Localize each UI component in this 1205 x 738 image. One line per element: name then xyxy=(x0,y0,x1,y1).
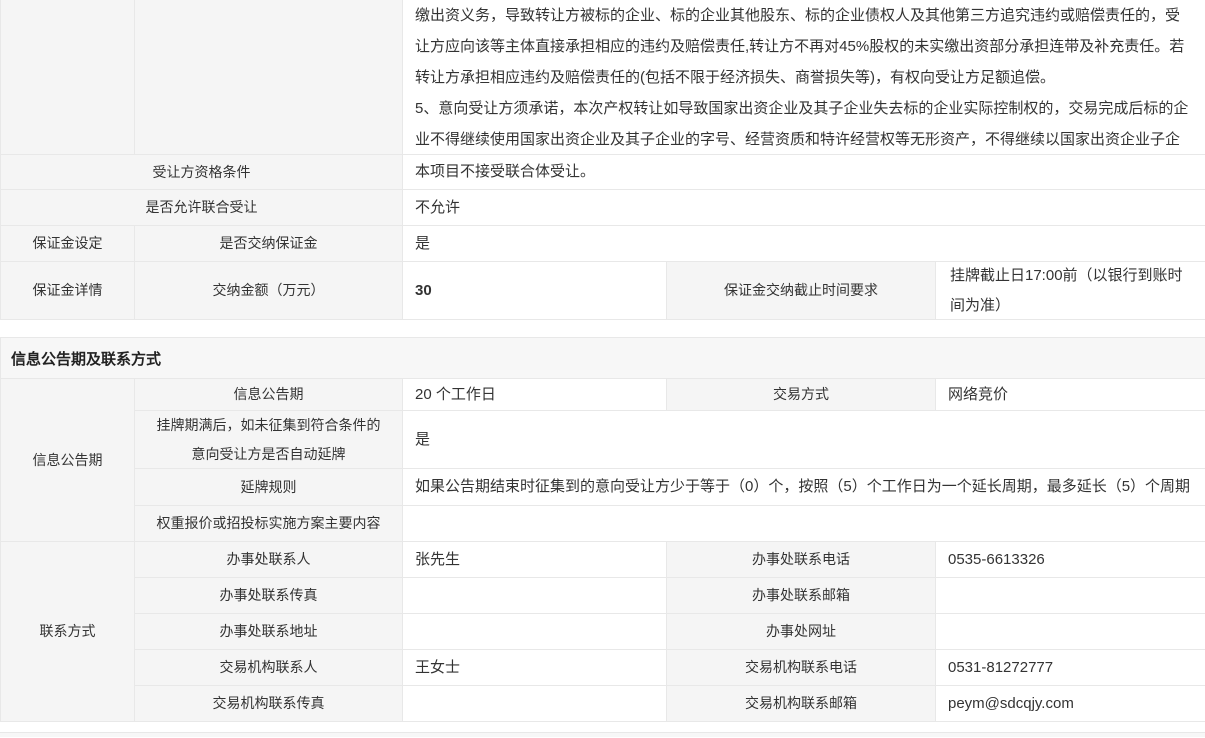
auto-extend-value: 是 xyxy=(403,411,1205,469)
transfer-conditions-table: 缴出资义务，导致转让方被标的企业、标的企业其他股东、标的企业债权人及其他第三方追… xyxy=(0,0,1205,320)
office-fax-label: 办事处联系传真 xyxy=(135,578,403,614)
deposit-deadline-value: 挂牌截止日17:00前（以银行到账时间为准） xyxy=(936,262,1205,320)
trade-mode-label: 交易方式 xyxy=(667,379,936,411)
joint-transfer-value: 不允许 xyxy=(403,190,1205,226)
joint-transfer-label: 是否允许联合受让 xyxy=(1,190,403,226)
period-value: 20 个工作日 xyxy=(403,379,667,411)
next-section-top-edge xyxy=(0,732,1205,737)
period-label: 信息公告期 xyxy=(135,379,403,411)
label-cell-empty xyxy=(135,0,403,155)
office-web-value xyxy=(936,614,1205,650)
contact-group-label: 联系方式 xyxy=(1,542,135,722)
deposit-setting-group-label: 保证金设定 xyxy=(1,226,135,262)
office-fax-value xyxy=(403,578,667,614)
group-cell-empty-left xyxy=(1,0,135,155)
qualification-value: 本项目不接受联合体受让。 xyxy=(403,155,1205,190)
deposit-amount-value: 30 xyxy=(403,262,667,320)
section-title: 信息公告期及联系方式 xyxy=(1,337,1205,379)
announcement-contact-table: 信息公告期及联系方式 信息公告期 信息公告期 20 个工作日 交易方式 网络竞价… xyxy=(0,337,1205,722)
commitment-paragraph-1: 缴出资义务，导致转让方被标的企业、标的企业其他股东、标的企业债权人及其他第三方追… xyxy=(415,0,1191,93)
extend-rule-label: 延牌规则 xyxy=(135,469,403,506)
deposit-detail-group-label: 保证金详情 xyxy=(1,262,135,320)
office-phone-value: 0535-6613326 xyxy=(936,542,1205,578)
agency-fax-value xyxy=(403,686,667,722)
office-address-label: 办事处联系地址 xyxy=(135,614,403,650)
deposit-amount-label: 交纳金额（万元） xyxy=(135,262,403,320)
extend-rule-value: 如果公告期结束时征集到的意向受让方少于等于（0）个，按照（5）个工作日为一个延长… xyxy=(403,469,1205,506)
office-phone-label: 办事处联系电话 xyxy=(667,542,936,578)
office-contact-label: 办事处联系人 xyxy=(135,542,403,578)
deposit-required-value: 是 xyxy=(403,226,1205,262)
agency-contact-value: 王女士 xyxy=(403,650,667,686)
office-address-value xyxy=(403,614,667,650)
office-web-label: 办事处网址 xyxy=(667,614,936,650)
trade-mode-value: 网络竞价 xyxy=(936,379,1205,411)
office-contact-value: 张先生 xyxy=(403,542,667,578)
deposit-required-label: 是否交纳保证金 xyxy=(135,226,403,262)
agency-email-label: 交易机构联系邮箱 xyxy=(667,686,936,722)
office-email-label: 办事处联系邮箱 xyxy=(667,578,936,614)
weight-quote-label: 权重报价或招投标实施方案主要内容 xyxy=(135,506,403,542)
agency-contact-label: 交易机构联系人 xyxy=(135,650,403,686)
weight-quote-value xyxy=(403,506,1205,542)
agency-phone-label: 交易机构联系电话 xyxy=(667,650,936,686)
commitment-paragraph-2: 5、意向受让方须承诺，本次产权转让如导致国家出资企业及其子企业失去标的企业实际控… xyxy=(415,93,1191,155)
agency-fax-label: 交易机构联系传真 xyxy=(135,686,403,722)
agency-phone-value: 0531-81272777 xyxy=(936,650,1205,686)
qualification-label: 受让方资格条件 xyxy=(1,155,403,190)
announcement-group-label: 信息公告期 xyxy=(1,379,135,542)
office-email-value xyxy=(936,578,1205,614)
agency-email-value: peym@sdcqjy.com xyxy=(936,686,1205,722)
bottom-gap xyxy=(0,722,1205,732)
auto-extend-label: 挂牌期满后，如未征集到符合条件的意向受让方是否自动延牌 xyxy=(135,411,403,469)
deposit-deadline-label: 保证金交纳截止时间要求 xyxy=(667,262,936,320)
transfer-commitment-text: 缴出资义务，导致转让方被标的企业、标的企业其他股东、标的企业债权人及其他第三方追… xyxy=(403,0,1205,155)
table-gap xyxy=(0,320,1205,337)
